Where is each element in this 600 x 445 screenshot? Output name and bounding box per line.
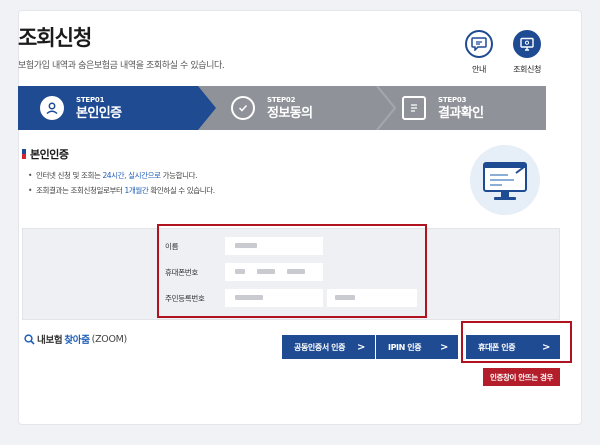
ipin-auth-button[interactable]: IPIN 인증 >: [376, 335, 458, 359]
user-icon: [40, 96, 64, 120]
guide-button[interactable]: [465, 30, 493, 58]
step-3-result: STEP03 결과확인: [402, 86, 484, 130]
monitor-illustration: [470, 145, 540, 215]
step-2-consent: STEP02 정보동의: [231, 86, 313, 130]
notice-list: 인터넷 신청 및 조회는 24시간, 실시간으로 가능합니다. 조회결과는 조회…: [28, 168, 215, 198]
step-1-name: 본인인증: [76, 105, 122, 121]
certificate-auth-label: 공동인증서 인증: [294, 342, 346, 352]
step-2-number: STEP02: [267, 95, 296, 104]
inquiry-button[interactable]: [513, 30, 541, 58]
notice-item: 조회결과는 조회신청일로부터 1개월간 확인하실 수 있습니다.: [28, 183, 215, 198]
popup-help-button[interactable]: 인증창이 안뜨는 경우: [483, 368, 560, 386]
chevron-right-icon: >: [440, 341, 448, 353]
zoom-text: 내보험: [37, 335, 63, 346]
step-1-identity: STEP01 본인인증: [40, 86, 122, 130]
zoom-highlight: 찾아줌: [64, 335, 90, 346]
monitor-icon: [520, 37, 534, 51]
button-highlight-box: [461, 321, 572, 363]
page-subtitle: 보험가입 내역과 숨은보험금 내역을 조회하실 수 있습니다.: [18, 61, 225, 71]
certificate-auth-button[interactable]: 공동인증서 인증 >: [282, 335, 375, 359]
check-circle-icon: [231, 96, 255, 120]
chevron-right-icon: >: [357, 341, 365, 353]
step-progress-bar: STEP01 본인인증 STEP02 정보동의 STEP03 결과확인: [18, 86, 546, 130]
section-title: 본인인증: [22, 146, 69, 162]
magnifier-icon: [24, 333, 35, 345]
section-title-text: 본인인증: [30, 148, 69, 161]
form-highlight-box: [157, 224, 427, 318]
zoom-link[interactable]: 내보험 찾아줌 (ZOOM): [24, 332, 127, 346]
document-icon: [402, 96, 426, 120]
notice-item: 인터넷 신청 및 조회는 24시간, 실시간으로 가능합니다.: [28, 168, 215, 183]
ipin-auth-label: IPIN 인증: [388, 342, 422, 352]
inquiry-label: 조회신청: [513, 65, 541, 74]
section-marker-icon: [22, 149, 26, 159]
step-3-number: STEP03: [438, 95, 467, 104]
step-1-number: STEP01: [76, 95, 105, 104]
zoom-suffix: (ZOOM): [91, 333, 128, 345]
step-2-name: 정보동의: [267, 105, 313, 121]
page-title: 조회신청: [18, 26, 92, 50]
step-3-name: 결과확인: [438, 105, 484, 121]
guide-label: 안내: [472, 65, 486, 74]
chat-bubble-icon: [471, 37, 487, 51]
